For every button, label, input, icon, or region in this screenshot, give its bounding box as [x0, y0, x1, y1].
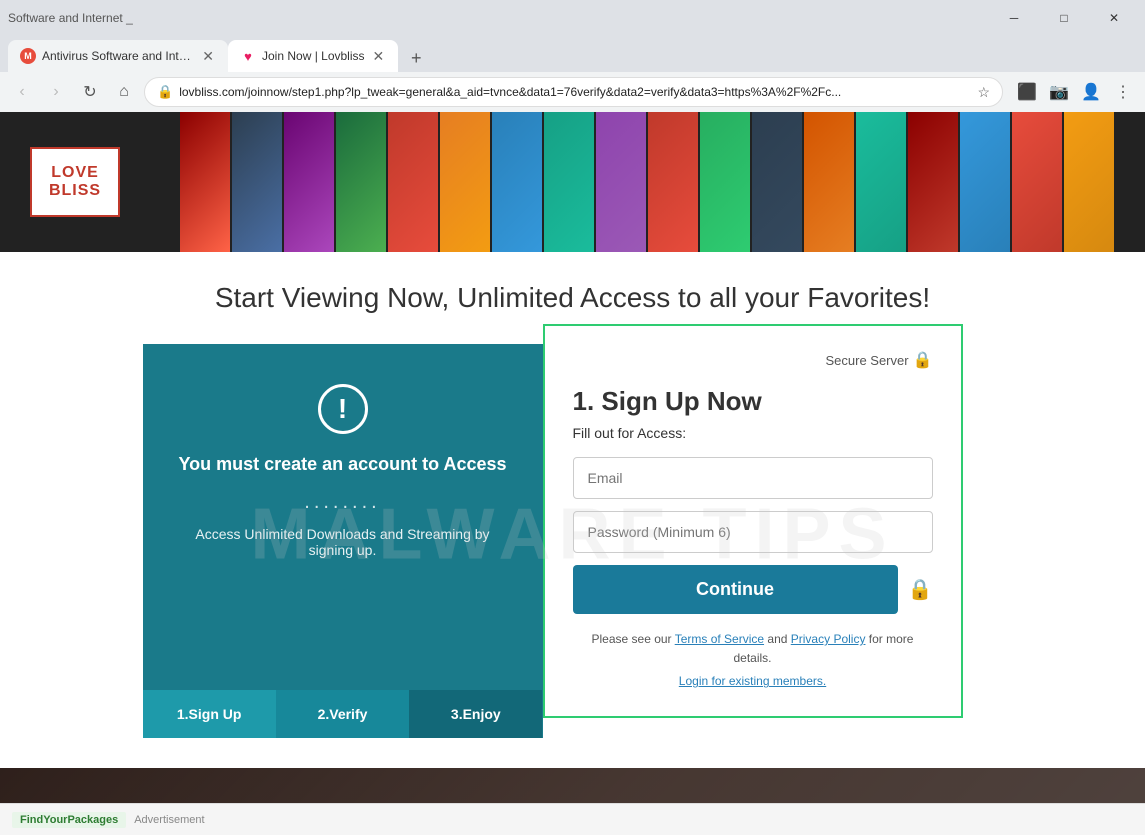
- url-bar[interactable]: 🔒 lovbliss.com/joinnow/step1.php?lp_twea…: [144, 77, 1003, 107]
- book-cover-9: [596, 112, 646, 252]
- book-cover-1: [180, 112, 230, 252]
- forward-button[interactable]: ›: [42, 78, 70, 106]
- step-signup[interactable]: 1.Sign Up: [143, 690, 276, 738]
- tab1-title: Antivirus Software and Internet S: [42, 49, 194, 63]
- main-heading: Start Viewing Now, Unlimited Access to a…: [215, 282, 930, 314]
- info-top: ! You must create an account to Access .…: [143, 344, 543, 690]
- tab1-close[interactable]: ✕: [200, 46, 216, 67]
- camera-icon[interactable]: 📷: [1045, 78, 1073, 106]
- info-subtitle: Access Unlimited Downloads and Streaming…: [173, 526, 513, 558]
- footer-text: Please see our: [592, 632, 672, 646]
- signup-layout: ! You must create an account to Access .…: [143, 344, 1003, 738]
- footer-bar: FindYourPackages Advertisement: [0, 803, 1145, 835]
- book-cover-18: [1064, 112, 1114, 252]
- info-dots: ........: [304, 491, 380, 514]
- footer-ad-label: Advertisement: [134, 814, 204, 826]
- main-area: Start Viewing Now, Unlimited Access to a…: [0, 252, 1145, 768]
- lock-icon: 🔒: [157, 84, 173, 100]
- secure-server-badge: Secure Server 🔒: [573, 350, 933, 370]
- secure-server-text: Secure Server: [825, 353, 908, 368]
- address-bar: ‹ › ↻ ⌂ 🔒 lovbliss.com/joinnow/step1.php…: [0, 72, 1145, 112]
- tabs-bar: M Antivirus Software and Internet S ✕ ♥ …: [0, 36, 1145, 72]
- form-panel: Secure Server 🔒 1. Sign Up Now Fill out …: [543, 324, 963, 718]
- terms-link[interactable]: Terms of Service: [675, 632, 764, 646]
- book-cover-13: [804, 112, 854, 252]
- book-cover-6: [440, 112, 490, 252]
- book-cover-16: [960, 112, 1010, 252]
- tab-lovbliss[interactable]: ♥ Join Now | Lovbliss ✕: [228, 40, 398, 72]
- form-footer: Please see our Terms of Service and Priv…: [573, 630, 933, 692]
- exclamation-icon: !: [318, 384, 368, 434]
- book-cover-8: [544, 112, 594, 252]
- continue-lock-icon: 🔒: [908, 577, 933, 602]
- menu-icon[interactable]: ⋮: [1109, 78, 1137, 106]
- page-content: LOVE BLISS Start Viewing Now, Unlimited: [0, 112, 1145, 835]
- login-link-row: Login for existing members.: [573, 672, 933, 691]
- tab2-title: Join Now | Lovbliss: [262, 49, 365, 63]
- login-link[interactable]: Login for existing members.: [679, 674, 826, 688]
- fill-label: Fill out for Access:: [573, 425, 933, 441]
- tab2-close[interactable]: ✕: [371, 46, 387, 67]
- logo-box: LOVE BLISS: [30, 147, 120, 217]
- continue-row: Continue 🔒: [573, 565, 933, 614]
- info-title: You must create an account to Access: [178, 454, 506, 475]
- profile-icon[interactable]: 👤: [1077, 78, 1105, 106]
- logo-love: LOVE: [51, 164, 99, 182]
- toolbar-icons: ⬛ 📷 👤 ⋮: [1013, 78, 1137, 106]
- privacy-link[interactable]: Privacy Policy: [791, 632, 866, 646]
- extensions-icon[interactable]: ⬛: [1013, 78, 1041, 106]
- book-cover-2: [232, 112, 282, 252]
- step-enjoy[interactable]: 3.Enjoy: [409, 690, 542, 738]
- bookmark-icon[interactable]: ☆: [977, 84, 990, 101]
- book-cover-17: [1012, 112, 1062, 252]
- back-button[interactable]: ‹: [8, 78, 36, 106]
- minimize-button[interactable]: ─: [991, 2, 1037, 34]
- logo-bliss: BLISS: [49, 182, 101, 200]
- book-cover-4: [336, 112, 386, 252]
- email-input[interactable]: [573, 457, 933, 499]
- continue-button[interactable]: Continue: [573, 565, 898, 614]
- app-title: Software and Internet _: [8, 11, 133, 25]
- footer-logo: FindYourPackages: [12, 812, 126, 828]
- tab2-favicon: ♥: [240, 48, 256, 64]
- signup-title: 1. Sign Up Now: [573, 386, 933, 417]
- close-button[interactable]: ✕: [1091, 2, 1137, 34]
- book-cover-14: [856, 112, 906, 252]
- book-cover-7: [492, 112, 542, 252]
- book-cover-11: [700, 112, 750, 252]
- book-cover-3: [284, 112, 334, 252]
- and-text: and: [767, 632, 787, 646]
- new-tab-button[interactable]: +: [402, 44, 430, 72]
- step-verify[interactable]: 2.Verify: [276, 690, 409, 738]
- site-header: LOVE BLISS: [0, 112, 1145, 252]
- home-button[interactable]: ⌂: [110, 78, 138, 106]
- book-cover-12: [752, 112, 802, 252]
- book-cover-15: [908, 112, 958, 252]
- tab1-favicon: M: [20, 48, 36, 64]
- tab-antivirus[interactable]: M Antivirus Software and Internet S ✕: [8, 40, 228, 72]
- heart-icon: ♥: [244, 49, 252, 64]
- maximize-button[interactable]: □: [1041, 2, 1087, 34]
- book-covers-strip: [0, 112, 1114, 252]
- url-text: lovbliss.com/joinnow/step1.php?lp_tweak=…: [179, 85, 971, 99]
- info-panel: ! You must create an account to Access .…: [143, 344, 543, 738]
- window-controls: ─ □ ✕: [991, 2, 1137, 34]
- book-cover-10: [648, 112, 698, 252]
- book-cover-5: [388, 112, 438, 252]
- reload-button[interactable]: ↻: [76, 78, 104, 106]
- title-bar: Software and Internet _ ─ □ ✕: [0, 0, 1145, 36]
- secure-lock-icon: 🔒: [913, 350, 933, 370]
- password-input[interactable]: [573, 511, 933, 553]
- muon-shield-icon: M: [20, 48, 36, 64]
- steps-bar: 1.Sign Up 2.Verify 3.Enjoy: [143, 690, 543, 738]
